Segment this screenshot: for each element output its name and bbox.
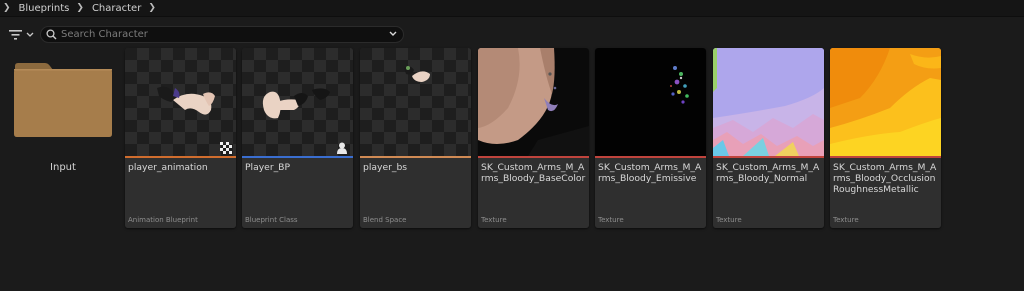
asset-grid: Input player_animation Animation Bluepri… [0, 48, 1024, 228]
asset-thumbnail [830, 48, 941, 156]
asset-type: Texture [716, 216, 742, 224]
chevron-right-icon[interactable]: ❯ [76, 3, 84, 13]
arm-model-thumbnail [262, 88, 330, 119]
asset-name: SK_Custom_Arms_M_Arms_Bloody_Emissive [598, 162, 702, 184]
asset-thumbnail [713, 48, 824, 156]
animation-blueprint-icon [220, 142, 232, 154]
asset-info: Player_BP Blueprint Class [242, 158, 353, 228]
asset-card[interactable]: player_bs Blend Space [360, 48, 471, 228]
folder-input[interactable]: Input [11, 62, 115, 232]
asset-card[interactable]: Player_BP Blueprint Class [242, 48, 353, 228]
blueprint-class-icon [337, 142, 347, 154]
filter-button[interactable] [9, 28, 35, 42]
folder-label: Input [50, 162, 76, 173]
asset-info: player_animation Animation Blueprint [125, 158, 236, 228]
asset-type: Blend Space [363, 216, 407, 224]
breadcrumb-item-blueprints[interactable]: Blueprints [17, 3, 72, 14]
asset-name: player_animation [128, 162, 208, 173]
asset-type: Animation Blueprint [128, 216, 198, 224]
asset-card[interactable]: SK_Custom_Arms_M_Arms_Bloody_Emissive Te… [595, 48, 706, 228]
texture-thumbnail [478, 48, 589, 156]
asset-type: Texture [481, 216, 507, 224]
folder-icon [14, 63, 112, 137]
chevron-down-icon [26, 32, 34, 37]
arm-model-thumbnail [157, 86, 215, 115]
asset-thumbnail [595, 48, 706, 156]
asset-info: SK_Custom_Arms_M_Arms_Bloody_Occlusion R… [830, 158, 941, 228]
asset-name: SK_Custom_Arms_M_Arms_Bloody_BaseColor [481, 162, 586, 184]
texture-thumbnail [713, 48, 824, 156]
asset-type: Blueprint Class [245, 216, 298, 224]
search-input[interactable] [61, 27, 381, 42]
asset-thumbnail [125, 48, 236, 156]
asset-card[interactable]: SK_Custom_Arms_M_Arms_Bloody_BaseColor T… [478, 48, 589, 228]
asset-thumbnail [478, 48, 589, 156]
asset-name: SK_Custom_Arms_M_Arms_Bloody_Occlusion R… [833, 162, 937, 195]
asset-thumbnail [360, 48, 471, 156]
arm-model-thumbnail [404, 66, 430, 82]
asset-thumbnail [242, 48, 353, 156]
chevron-down-icon[interactable] [389, 31, 397, 37]
asset-card[interactable]: SK_Custom_Arms_M_Arms_Bloody_Occlusion R… [830, 48, 941, 228]
asset-info: SK_Custom_Arms_M_Arms_Bloody_Emissive Te… [595, 158, 706, 228]
asset-info: player_bs Blend Space [360, 158, 471, 228]
texture-thumbnail [670, 66, 689, 104]
asset-name: SK_Custom_Arms_M_Arms_Bloody_Normal [716, 162, 820, 184]
breadcrumb-item-character[interactable]: Character [90, 3, 143, 14]
chevron-right-icon[interactable]: ❯ [148, 3, 156, 13]
filter-icon [9, 30, 22, 40]
texture-thumbnail [830, 48, 941, 156]
asset-info: SK_Custom_Arms_M_Arms_Bloody_Normal Text… [713, 158, 824, 228]
asset-name: player_bs [363, 162, 408, 173]
asset-name: Player_BP [245, 162, 291, 173]
asset-type: Texture [598, 216, 624, 224]
toolbar [0, 25, 1024, 45]
asset-type: Texture [833, 216, 859, 224]
asset-card[interactable]: player_animation Animation Blueprint [125, 48, 236, 228]
asset-info: SK_Custom_Arms_M_Arms_Bloody_BaseColor T… [478, 158, 589, 228]
chevron-right-icon[interactable]: ❯ [3, 3, 11, 13]
search-box[interactable] [40, 26, 404, 43]
asset-card[interactable]: SK_Custom_Arms_M_Arms_Bloody_Normal Text… [713, 48, 824, 228]
search-icon [46, 29, 57, 40]
breadcrumb: ❯ Blueprints ❯ Character ❯ [0, 0, 1024, 17]
